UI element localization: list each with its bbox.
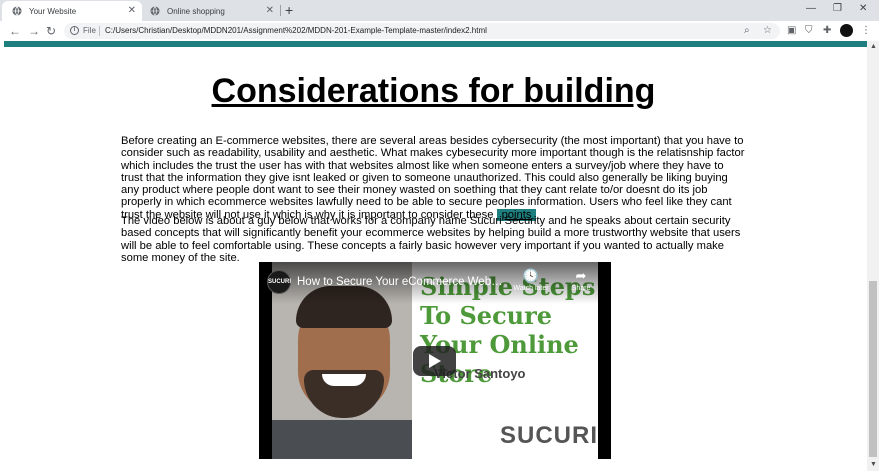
channel-avatar[interactable]: SUCURI: [267, 270, 291, 294]
url-text[interactable]: C:/Users/Christian/Desktop/MDDN201/Assig…: [105, 25, 487, 37]
puzzle-icon[interactable]: ✚: [823, 25, 831, 37]
scroll-up-icon[interactable]: ▲: [870, 43, 877, 50]
close-window-icon[interactable]: ✕: [859, 3, 867, 15]
page-viewport: Considerations for building Before creat…: [0, 41, 867, 471]
page-scrollbar[interactable]: ▲ ▼: [867, 41, 879, 471]
tab-title: Your Website: [29, 6, 77, 16]
close-tab-icon[interactable]: ✕: [128, 5, 136, 17]
share-label: Share: [571, 285, 591, 292]
info-icon[interactable]: i: [70, 26, 79, 35]
extension-icon[interactable]: ▣: [787, 25, 796, 37]
scheme-label: File: [83, 26, 96, 35]
clock-icon: 🕓: [522, 268, 540, 283]
back-icon[interactable]: ←: [9, 24, 21, 38]
shield-icon[interactable]: ⛉: [805, 25, 813, 37]
intro-paragraph: Before creating an E-commerce websites, …: [121, 135, 747, 221]
scrollbar-thumb[interactable]: [869, 281, 877, 457]
globe-icon: [150, 6, 160, 16]
tab-your-website[interactable]: Your Website ✕: [2, 1, 142, 21]
share-icon: ➦: [575, 268, 587, 283]
video-intro-paragraph: The video below is about a guy below tha…: [121, 215, 741, 264]
minimize-icon[interactable]: —: [806, 3, 816, 15]
watch-later-label: Watch later: [513, 285, 549, 292]
close-tab-icon[interactable]: ✕: [266, 5, 274, 17]
tab-separator: [280, 5, 281, 16]
reload-icon[interactable]: ↻: [46, 24, 56, 38]
header-accent-bar: [4, 41, 867, 47]
intro-text: Before creating an E-commerce websites, …: [121, 135, 745, 221]
presenter-shirt: [272, 420, 412, 459]
bookmark-star-icon[interactable]: ☆: [763, 25, 772, 37]
share-button[interactable]: ➦ Share: [559, 268, 603, 294]
restore-icon[interactable]: ❐: [833, 3, 842, 15]
scroll-down-icon[interactable]: ▼: [870, 461, 877, 468]
play-button[interactable]: [413, 346, 456, 376]
youtube-embed[interactable]: Simple Steps To Secure Your Online Store…: [259, 262, 611, 459]
zoom-icon[interactable]: ⌕: [744, 25, 750, 37]
play-icon: [429, 354, 441, 368]
presenter-smile: [322, 374, 366, 386]
browser-toolbar: ← → ↻ i File C:/Users/Christian/Desktop/…: [0, 21, 879, 41]
video-title[interactable]: How to Secure Your eCommerce Website: [297, 274, 505, 290]
globe-icon: [12, 6, 22, 16]
watch-later-button[interactable]: 🕓 Watch later: [509, 268, 553, 294]
tab-strip: Your Website ✕ Online shopping ✕ + — ❐ ✕: [0, 0, 879, 21]
forward-icon[interactable]: →: [28, 24, 40, 38]
address-bar[interactable]: i File C:/Users/Christian/Desktop/MDDN20…: [64, 23, 780, 39]
profile-avatar[interactable]: [840, 24, 853, 37]
new-tab-button[interactable]: +: [285, 2, 293, 18]
sucuri-logo: SUCURI: [500, 422, 599, 449]
menu-icon[interactable]: ⋮: [861, 25, 871, 37]
page-title: Considerations for building: [211, 72, 656, 110]
tab-title: Online shopping: [167, 6, 225, 16]
tab-online-shopping[interactable]: Online shopping ✕: [144, 1, 280, 21]
address-divider: [99, 26, 100, 36]
